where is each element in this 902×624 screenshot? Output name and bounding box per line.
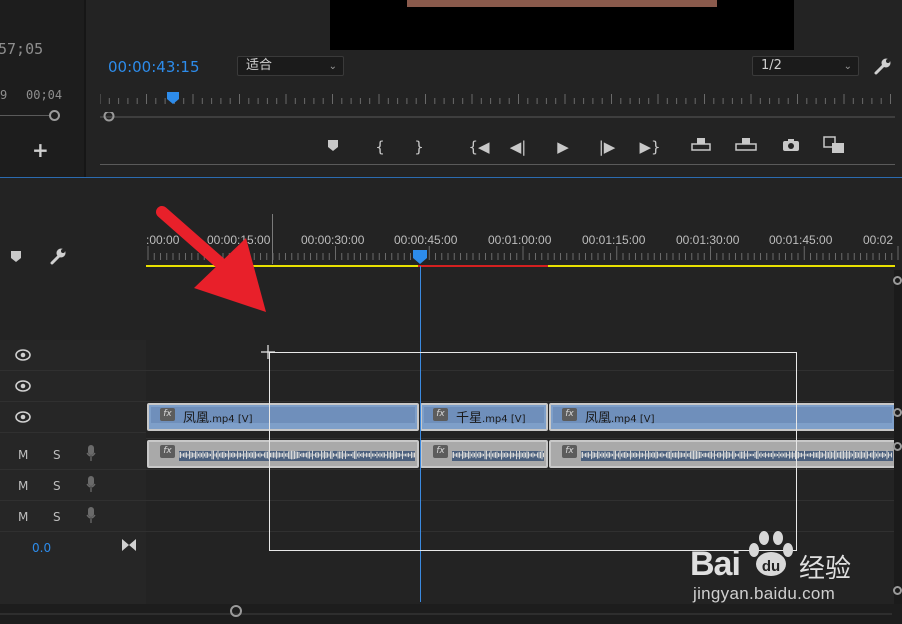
- microphone-icon[interactable]: [86, 445, 96, 462]
- go-to-out-button[interactable]: ▶}: [637, 136, 663, 158]
- watermark-brand-cn: 经验: [799, 554, 852, 584]
- marquee-selection-box: [269, 352, 797, 551]
- extract-icon: [735, 138, 757, 151]
- horizontal-scrollbar[interactable]: [0, 604, 902, 624]
- playhead-timecode[interactable]: 00:00:43:15: [108, 58, 200, 76]
- mark-in-button[interactable]: {: [369, 136, 391, 158]
- eye-icon[interactable]: [15, 380, 31, 392]
- crosshair-cursor-icon: [261, 345, 275, 359]
- add-marker-button[interactable]: [322, 136, 344, 158]
- track-header-v1: [0, 402, 146, 433]
- camera-icon: [783, 139, 799, 151]
- track-header-v3: [0, 340, 146, 371]
- resolution-dropdown[interactable]: 1/2 ⌄: [752, 56, 859, 76]
- zoom-handle[interactable]: [893, 442, 902, 451]
- video-preview-image: [407, 0, 717, 7]
- timeline-settings-wrench-icon[interactable]: [48, 246, 68, 266]
- zoom-handle[interactable]: [893, 276, 902, 285]
- master-volume-value[interactable]: 0.0: [32, 541, 51, 555]
- wrench-icon[interactable]: [873, 56, 893, 76]
- watermark-url: jingyan.baidu.com: [693, 584, 836, 603]
- transport-separator: [100, 164, 895, 165]
- svg-text:du: du: [762, 558, 780, 575]
- zoom-handle[interactable]: [893, 408, 902, 417]
- resolution-dropdown-value: 1/2: [761, 58, 782, 73]
- left-scroll-track: [0, 115, 50, 116]
- fit-dropdown[interactable]: 适合 ⌄: [237, 56, 344, 76]
- track-header-a2: M S: [0, 470, 146, 501]
- source-panel-remnant: 57;05 9 00;04 +: [0, 0, 84, 178]
- export-frame-button[interactable]: [780, 136, 802, 158]
- microphone-icon[interactable]: [86, 507, 96, 524]
- timeline-header-controls: [0, 178, 146, 340]
- lift-button[interactable]: [690, 136, 712, 158]
- lift-icon: [691, 138, 711, 151]
- bowtie-icon[interactable]: [122, 539, 136, 551]
- video-preview: [330, 0, 794, 50]
- mark-out-button[interactable]: }: [408, 136, 430, 158]
- go-to-in-button[interactable]: {◀: [466, 136, 492, 158]
- left-ruler-label-1: 9: [0, 88, 8, 102]
- add-button-icon[interactable]: +: [32, 138, 49, 162]
- scroll-track: [0, 613, 892, 615]
- comparison-icon: [823, 136, 844, 153]
- step-back-button[interactable]: ◀|: [507, 136, 529, 158]
- microphone-icon[interactable]: [86, 476, 96, 493]
- step-forward-button[interactable]: |▶: [596, 136, 618, 158]
- transport-controls: { } {◀ ◀| ▶ |▶ ▶}: [300, 136, 870, 158]
- eye-icon[interactable]: [15, 349, 31, 361]
- watermark-brand: Bai: [690, 545, 741, 583]
- clip-label: 凤凰.mp4 [V]: [183, 411, 253, 426]
- fit-dropdown-value: 适合: [246, 58, 273, 73]
- mute-button[interactable]: M: [18, 510, 28, 524]
- track-header-a1: M S: [0, 439, 146, 470]
- track-headers: M S M S M S 0.0: [0, 340, 146, 604]
- monitor-time-ruler[interactable]: [100, 92, 895, 108]
- comparison-view-button[interactable]: [823, 136, 845, 158]
- track-header-v2: [0, 371, 146, 402]
- baidu-paw-icon: du: [749, 531, 793, 576]
- fx-badge-icon: fx: [160, 445, 175, 458]
- monitor-zoom-scrollbar[interactable]: [100, 112, 895, 122]
- chevron-down-icon: ⌄: [328, 61, 337, 72]
- track-header-a3: M S: [0, 501, 146, 532]
- chevron-down-icon: ⌄: [843, 61, 852, 72]
- marker-icon: [328, 140, 338, 151]
- mute-button[interactable]: M: [18, 479, 28, 493]
- left-scroll-handle[interactable]: [49, 110, 60, 121]
- solo-button[interactable]: S: [53, 479, 61, 493]
- solo-button[interactable]: S: [53, 448, 61, 462]
- track-header-master: 0.0: [0, 532, 146, 563]
- vertical-zoom-bar[interactable]: [893, 270, 902, 604]
- eye-icon[interactable]: [15, 411, 31, 423]
- solo-button[interactable]: S: [53, 510, 61, 524]
- zoom-handle[interactable]: [893, 586, 902, 595]
- fx-badge-icon: fx: [160, 408, 175, 421]
- annotation-arrow-icon: [156, 206, 266, 312]
- monitor-playhead[interactable]: [167, 92, 179, 104]
- left-ruler-label-2: 00;04: [26, 88, 63, 102]
- extract-button[interactable]: [735, 136, 757, 158]
- left-timecode: 57;05: [0, 40, 44, 58]
- timeline-playhead[interactable]: [413, 250, 427, 264]
- scroll-handle[interactable]: [230, 605, 242, 617]
- add-marker-icon[interactable]: [10, 250, 22, 264]
- play-button[interactable]: ▶: [552, 136, 574, 158]
- mute-button[interactable]: M: [18, 448, 28, 462]
- panel-divider: [84, 0, 86, 178]
